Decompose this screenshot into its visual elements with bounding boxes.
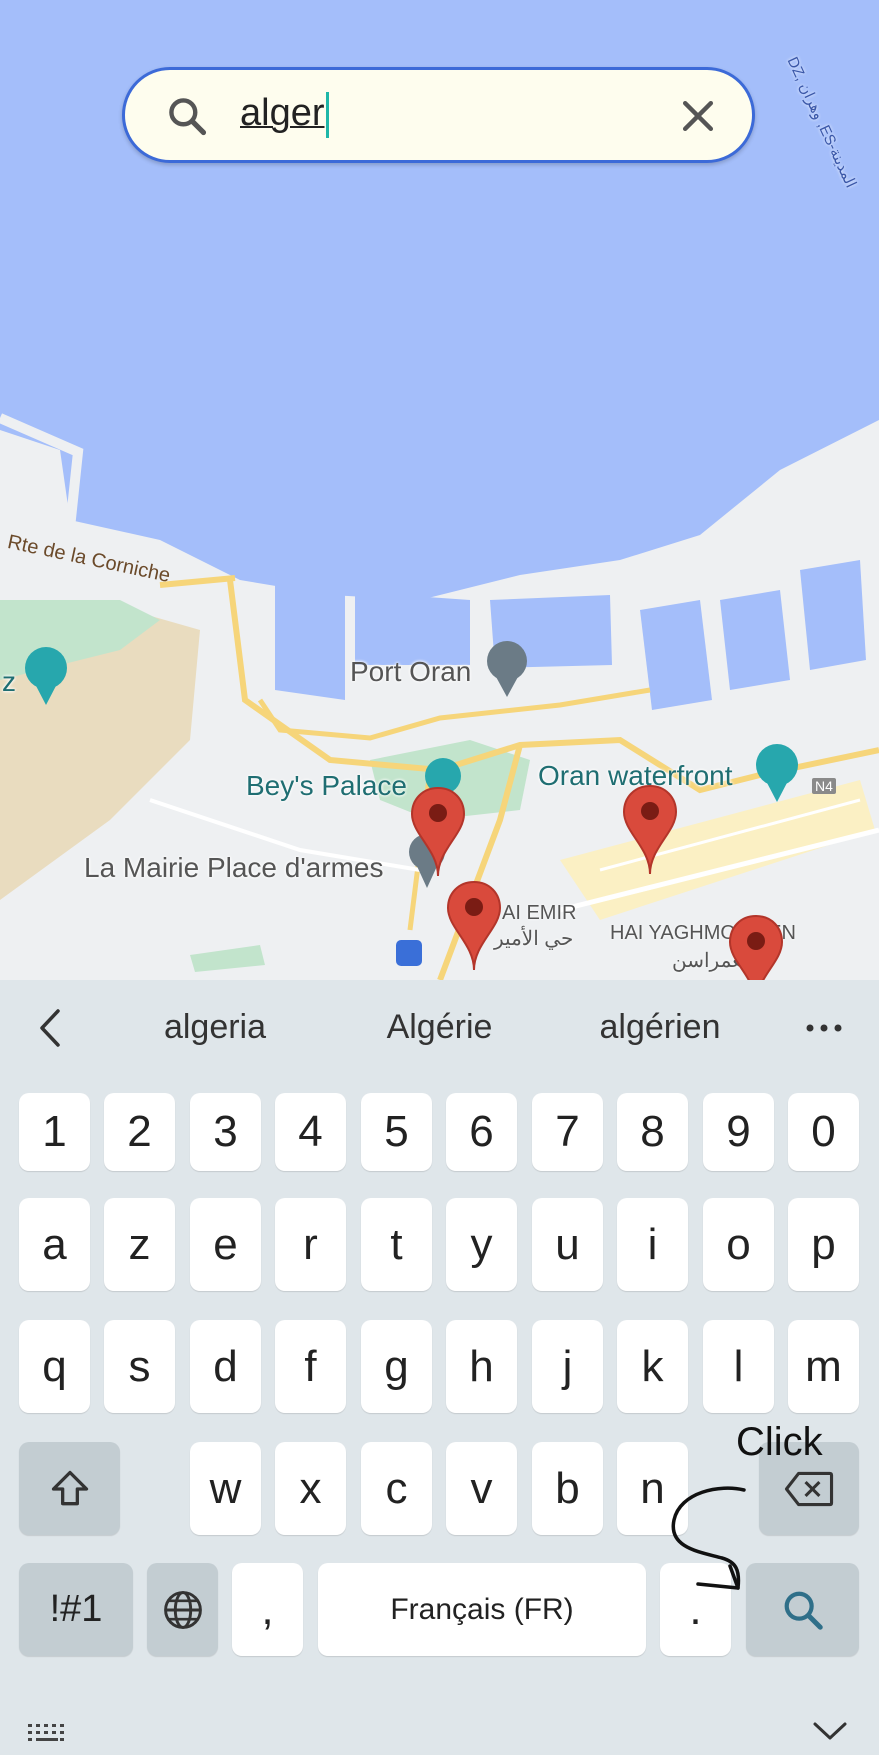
- map-label-beys-palace[interactable]: Bey's Palace: [246, 770, 407, 802]
- key-9[interactable]: 9: [703, 1093, 774, 1171]
- key-z[interactable]: z: [104, 1198, 175, 1291]
- backspace-icon: [784, 1471, 834, 1506]
- more-options-icon[interactable]: [804, 1018, 844, 1038]
- key-k[interactable]: k: [617, 1320, 688, 1413]
- key-6[interactable]: 6: [446, 1093, 517, 1171]
- key-g[interactable]: g: [361, 1320, 432, 1413]
- shift-icon: [51, 1470, 88, 1505]
- map-label-emir: AI EMIR: [502, 902, 577, 924]
- map-label-port-oran[interactable]: Port Oran: [350, 656, 471, 688]
- key-l[interactable]: l: [703, 1320, 774, 1413]
- keyboard-icon[interactable]: [26, 1722, 68, 1746]
- red-pin-marker[interactable]: [446, 880, 502, 972]
- key-t[interactable]: t: [361, 1198, 432, 1291]
- shift-key[interactable]: [19, 1442, 120, 1535]
- key-x[interactable]: x: [275, 1442, 346, 1535]
- road-badge: N4: [812, 778, 836, 794]
- key-s[interactable]: s: [104, 1320, 175, 1413]
- key-v[interactable]: v: [446, 1442, 517, 1535]
- key-j[interactable]: j: [532, 1320, 603, 1413]
- search-bar[interactable]: alger: [122, 67, 755, 163]
- search-query-text: alger: [240, 92, 325, 135]
- map-label-left-edge: z: [2, 666, 16, 697]
- key-3[interactable]: 3: [190, 1093, 261, 1171]
- key-u[interactable]: u: [532, 1198, 603, 1291]
- red-pin-marker[interactable]: [622, 784, 678, 876]
- keyboard: algeria Algérie algérien 1 2 3 4 5 6 7 8…: [0, 980, 879, 1755]
- key-r[interactable]: r: [275, 1198, 346, 1291]
- language-key[interactable]: [147, 1563, 218, 1656]
- globe-icon: [163, 1590, 202, 1629]
- text-cursor: [325, 92, 329, 138]
- key-1[interactable]: 1: [19, 1093, 90, 1171]
- search-go-key[interactable]: [746, 1563, 859, 1656]
- key-f[interactable]: f: [275, 1320, 346, 1413]
- suggestion-2[interactable]: Algérie: [352, 980, 527, 1075]
- comma-key[interactable]: ,: [232, 1563, 303, 1656]
- key-y[interactable]: y: [446, 1198, 517, 1291]
- red-pin-marker[interactable]: [410, 786, 466, 878]
- map-label-emir-ar: حي الأمير: [494, 928, 574, 950]
- key-w[interactable]: w: [190, 1442, 261, 1535]
- annotation-arrow: [671, 1486, 746, 1590]
- map-label-mairie[interactable]: La Mairie Place d'armes: [84, 852, 383, 884]
- search-icon: [169, 98, 207, 136]
- key-e[interactable]: e: [190, 1198, 261, 1291]
- key-p[interactable]: p: [788, 1198, 859, 1291]
- key-4[interactable]: 4: [275, 1093, 346, 1171]
- close-icon[interactable]: [676, 94, 720, 138]
- key-5[interactable]: 5: [361, 1093, 432, 1171]
- red-pin-marker[interactable]: [728, 914, 784, 980]
- key-q[interactable]: q: [19, 1320, 90, 1413]
- space-key[interactable]: Français (FR): [318, 1563, 646, 1656]
- key-b[interactable]: b: [532, 1442, 603, 1535]
- key-7[interactable]: 7: [532, 1093, 603, 1171]
- chevron-down-icon[interactable]: [812, 1720, 848, 1742]
- key-2[interactable]: 2: [104, 1093, 175, 1171]
- key-c[interactable]: c: [361, 1442, 432, 1535]
- key-0[interactable]: 0: [788, 1093, 859, 1171]
- suggestion-1[interactable]: algeria: [130, 980, 300, 1075]
- key-i[interactable]: i: [617, 1198, 688, 1291]
- suggestion-3[interactable]: algérien: [580, 980, 740, 1075]
- key-h[interactable]: h: [446, 1320, 517, 1413]
- key-d[interactable]: d: [190, 1320, 261, 1413]
- chevron-left-icon[interactable]: [34, 1007, 66, 1049]
- search-input[interactable]: alger: [240, 92, 329, 138]
- annotation-click-label: Click: [736, 1420, 823, 1464]
- key-m[interactable]: m: [788, 1320, 859, 1413]
- search-icon: [784, 1591, 823, 1630]
- symbols-key[interactable]: !#1: [19, 1563, 133, 1656]
- key-o[interactable]: o: [703, 1198, 774, 1291]
- key-a[interactable]: a: [19, 1198, 90, 1291]
- key-8[interactable]: 8: [617, 1093, 688, 1171]
